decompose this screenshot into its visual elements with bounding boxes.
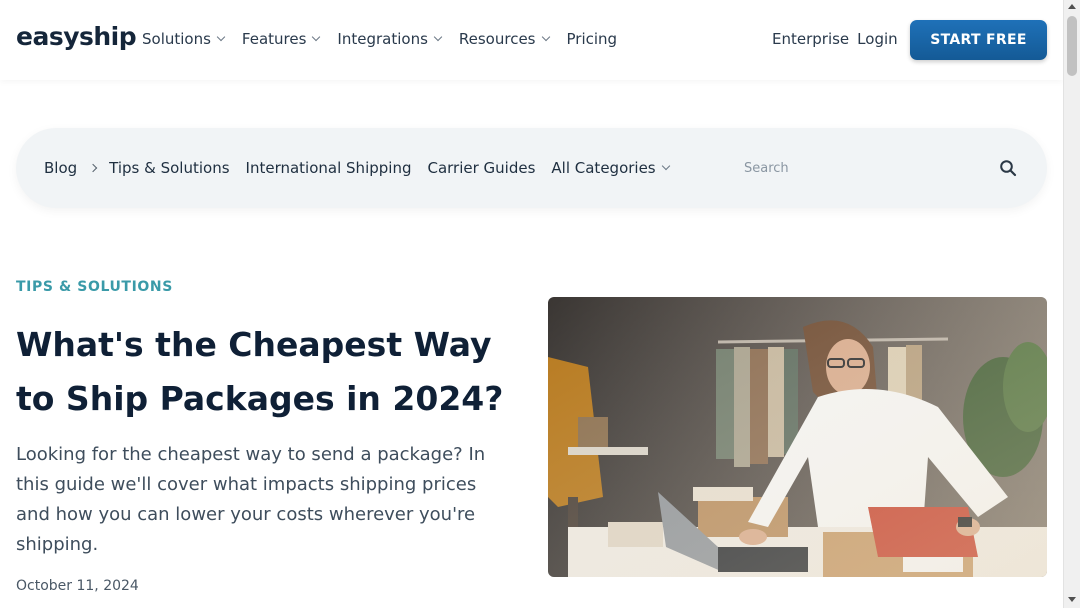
breadcrumb-blog[interactable]: Blog [44,159,77,177]
article-category[interactable]: TIPS & SOLUTIONS [16,279,173,295]
chevron-right-icon [77,163,109,173]
start-free-button[interactable]: START FREE [910,20,1047,60]
chevron-down-icon [541,32,550,42]
easyship-logo[interactable]: easyship [16,22,137,51]
chevron-down-icon [433,32,443,42]
login-link[interactable]: Login [857,30,897,48]
nav-integrations[interactable]: Integrations [337,30,443,48]
nav-resources[interactable]: Resources [458,30,550,48]
article-date: October 11, 2024 [16,578,139,594]
scroll-thumb[interactable] [1067,16,1077,76]
blog-link-all-categories[interactable]: All Categories [551,159,670,177]
nav-integrations-label: Integrations [337,30,428,48]
blog-subnav: Blog Tips & Solutions International Ship… [16,128,1047,208]
article-hero-image [548,297,1047,577]
nav-features-label: Features [241,30,307,48]
blog-link-international[interactable]: International Shipping [246,159,412,177]
nav-solutions[interactable]: Solutions [142,30,226,48]
search-icon[interactable] [999,159,1017,177]
breadcrumb: Blog Tips & Solutions International Ship… [44,159,685,177]
enterprise-link[interactable]: Enterprise [772,30,849,48]
article-lead: Looking for the cheapest way to send a p… [16,444,486,555]
chevron-down-icon [312,32,321,42]
search-input[interactable] [744,156,964,180]
article-title: What's the Cheapest Way to Ship Packages… [16,325,504,418]
hero-photo [548,297,1047,577]
nav-features[interactable]: Features [241,30,321,48]
blog-link-carrier-guides[interactable]: Carrier Guides [427,159,535,177]
nav-resources-label: Resources [458,30,536,48]
nav-pricing-label: Pricing [566,30,618,48]
chevron-down-icon [216,32,226,42]
blog-link-tips[interactable]: Tips & Solutions [109,159,229,177]
main-nav: Solutions Features Integrations Resource… [142,30,635,48]
scroll-up-arrow-icon[interactable] [1068,4,1076,9]
all-categories-label: All Categories [551,159,656,177]
chevron-down-icon [661,161,670,171]
nav-right-links: Enterprise Login [772,30,898,48]
top-navbar: easyship Solutions Features Integrations… [0,0,1063,80]
scroll-down-arrow-icon[interactable] [1068,597,1076,602]
page-scrollbar[interactable] [1063,0,1080,608]
nav-pricing[interactable]: Pricing [567,30,618,48]
nav-solutions-label: Solutions [142,30,211,48]
